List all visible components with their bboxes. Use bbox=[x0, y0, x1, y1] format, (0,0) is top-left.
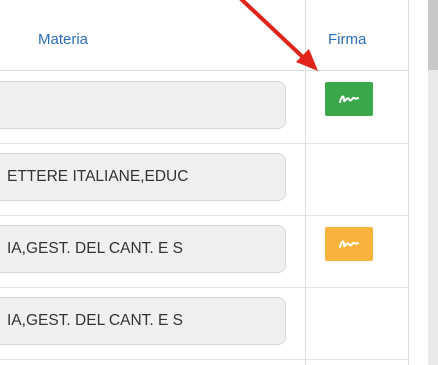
red-arrow-annotation bbox=[239, 0, 318, 71]
